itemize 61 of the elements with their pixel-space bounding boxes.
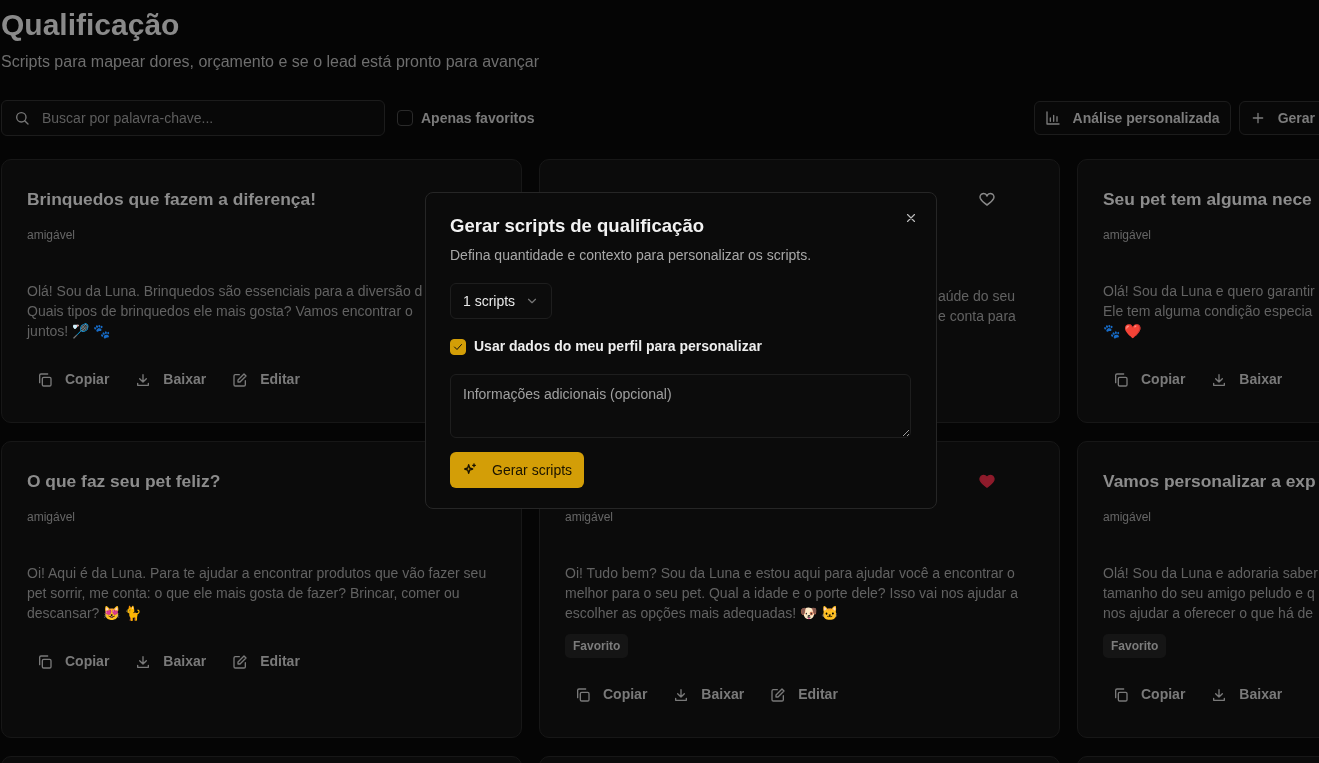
close-icon (904, 211, 918, 225)
bar-chart-icon (1044, 110, 1061, 126)
copy-button[interactable]: Copiar (1113, 365, 1186, 394)
favorite-tag: Favorito (565, 634, 629, 658)
copy-icon (37, 653, 53, 670)
tone-label: amigável (27, 227, 76, 244)
card-title: Brinquedos que fazem a diferença! (27, 188, 316, 210)
page-subtitle: Scripts para mapear dores, orçamento e se o lead está pronto para avançar (1, 52, 541, 72)
script-text: Oi! Tudo bem? Sou da Luna e estou aqui para ajudar você a encontrar o melhor para o seu pet. Qual a idade e o porte dele? Isso vai nos ajudar a escolher as opções mais adequadas! 🐶 🐱 (565, 564, 1018, 623)
edit-button[interactable]: Editar (232, 365, 300, 394)
card-title: O que faz seu pet feliz? (27, 470, 221, 492)
analysis-button[interactable]: Análise personalizada (1033, 101, 1231, 135)
copy-icon (1113, 686, 1129, 703)
script-text: Olá! Sou da Luna e quero garantir Ele tem alguma condição especia 🐾 ❤ (1103, 282, 1315, 341)
copy-button[interactable]: Copiar (37, 647, 110, 676)
download-button[interactable]: Baixar (1211, 680, 1283, 709)
pencil-icon (232, 371, 249, 388)
tone-label: amigável (565, 509, 614, 526)
download-button[interactable]: Baixar (673, 680, 745, 709)
copy-button[interactable]: Copiar (575, 680, 648, 709)
edit-button[interactable]: Editar (770, 680, 838, 709)
checkbox[interactable] (397, 110, 413, 126)
card-title: Seu pet tem alguma nece (1103, 188, 1312, 210)
download-button[interactable]: Baixar (1211, 365, 1283, 394)
notes-field[interactable]: Informações adicionais (opcional) (450, 374, 911, 439)
download-icon (673, 686, 690, 703)
copy-icon (37, 371, 53, 388)
download-icon (1211, 686, 1228, 703)
search-field[interactable]: Buscar por palavra-chave... (1, 100, 385, 136)
dialog-title: Gerar scripts de qualificação (450, 215, 705, 238)
pencil-icon (232, 653, 249, 670)
favorite-tag: Favorito (1103, 634, 1167, 658)
copy-icon (575, 686, 591, 703)
checkbox-label: Usar dados do meu perfil para personalizar (474, 337, 762, 357)
page-title: Qualificação (1, 7, 181, 43)
download-icon (135, 653, 152, 670)
copy-button[interactable]: Copiar (1113, 680, 1186, 709)
copy-button[interactable]: Copiar (37, 365, 110, 394)
search-icon (14, 110, 30, 126)
pencil-icon (770, 686, 787, 703)
tone-label: amigável (1103, 227, 1152, 244)
checkbox-label: Apenas favoritos (421, 108, 535, 128)
card-title: Vamos personalizar a exp (1103, 470, 1316, 492)
copy-icon (1113, 371, 1129, 388)
download-icon (135, 371, 152, 388)
heart-icon[interactable] (978, 190, 996, 208)
script-text: Olá! Sou da Luna e adoraria saber tamanho do seu amigo peludo e q nos ajudar a oferecer o que há de (1103, 564, 1318, 623)
script-text: aúde do seu e conta para (938, 287, 1016, 326)
script-text: Olá! Sou da Luna. Brinquedos são essenciais para a diversão d Quais tipos de brinquedos ele mais gosta? Vamos encontrar o juntos! 🏸 🐾 (27, 282, 423, 341)
download-button[interactable]: Baixar (135, 365, 207, 394)
tone-label: amigável (27, 509, 76, 526)
generate-button[interactable]: Gerar (1238, 101, 1319, 135)
download-button[interactable]: Baixar (135, 647, 207, 676)
quantity-select[interactable]: 1 scripts (450, 283, 553, 320)
dialog-description: Defina quantidade e contexto para personalizar os scripts. (450, 246, 813, 266)
script-text: Oi! Aqui é da Luna. Para te ajudar a encontrar produtos que vão fazer seu pet sorrir, me conta: o que ele mais gosta de fazer? Brincar, comer ou descansar? 😻 🐈 (27, 564, 487, 623)
edit-button[interactable]: Editar (232, 647, 300, 676)
download-icon (1211, 371, 1228, 388)
generate-scripts-button[interactable]: Gerar scripts (450, 452, 585, 489)
tone-label: amigável (1103, 509, 1152, 526)
checkbox[interactable] (450, 338, 466, 355)
